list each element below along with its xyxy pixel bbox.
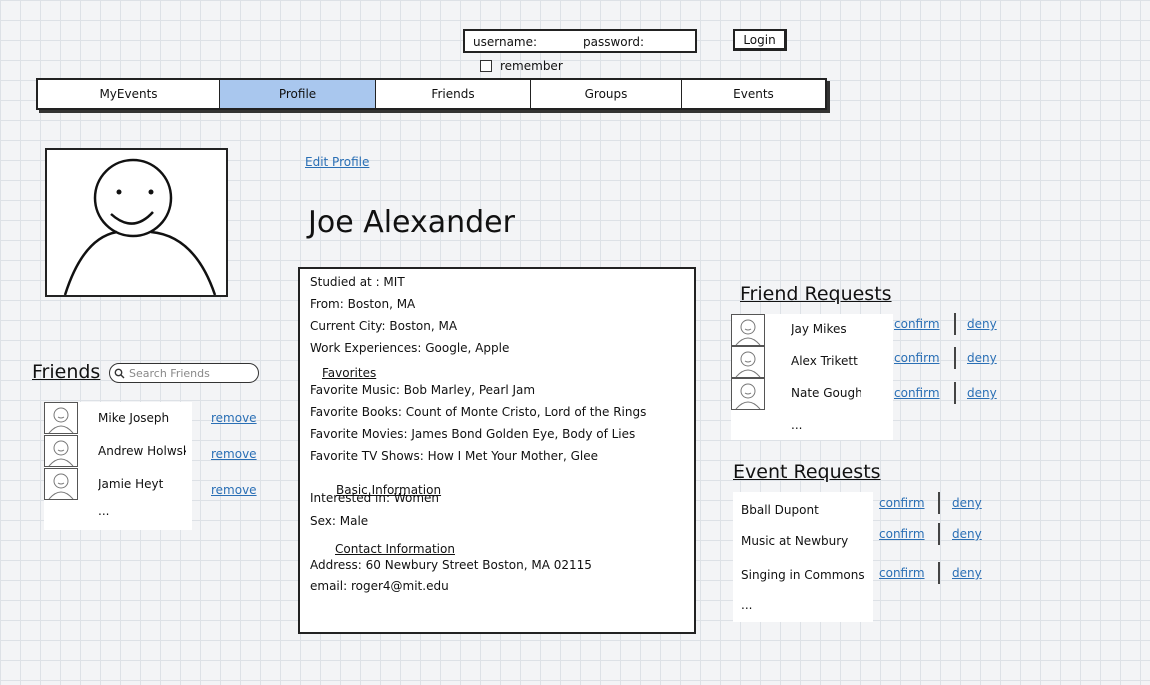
separator bbox=[938, 492, 940, 514]
main-nav: MyEvents Profile Friends Groups Events bbox=[36, 78, 827, 110]
deny-event-link[interactable]: deny bbox=[952, 527, 982, 541]
confirm-event-link[interactable]: confirm bbox=[879, 566, 925, 580]
friend-requests-more[interactable]: ... bbox=[791, 418, 802, 432]
avatar-face-icon bbox=[63, 158, 217, 296]
email-field: email: roger4@mit.edu bbox=[310, 579, 449, 593]
friend-requests-title: Friend Requests bbox=[740, 283, 892, 305]
deny-friend-link[interactable]: deny bbox=[967, 386, 997, 400]
event-requests-title: Event Requests bbox=[733, 461, 881, 483]
friends-search-placeholder: Search Friends bbox=[129, 366, 210, 380]
separator bbox=[938, 523, 940, 545]
remember-option[interactable]: remember bbox=[480, 59, 563, 73]
tab-profile[interactable]: Profile bbox=[220, 80, 376, 108]
login-button[interactable]: Login bbox=[733, 29, 787, 51]
profile-name: Joe Alexander bbox=[308, 205, 515, 240]
separator bbox=[954, 382, 956, 404]
tab-events[interactable]: Events bbox=[682, 80, 825, 108]
favorite-books: Favorite Books: Count of Monte Cristo, L… bbox=[310, 405, 647, 419]
confirm-event-link[interactable]: confirm bbox=[879, 527, 925, 541]
friends-search-input[interactable]: Search Friends bbox=[109, 363, 259, 383]
address-field: Address: 60 Newbury Street Boston, MA 02… bbox=[310, 558, 592, 572]
username-label: username: bbox=[473, 35, 538, 49]
event-requests-more[interactable]: ... bbox=[741, 598, 752, 612]
remove-friend-link[interactable]: remove bbox=[211, 411, 257, 425]
confirm-friend-link[interactable]: confirm bbox=[894, 351, 940, 365]
separator bbox=[954, 347, 956, 369]
from-field: From: Boston, MA bbox=[310, 297, 416, 311]
avatar bbox=[44, 435, 78, 467]
favorites-heading: Favorites bbox=[322, 366, 377, 380]
remember-label: remember bbox=[500, 59, 563, 73]
friends-list: Mike Joseph Andrew Holwsky Jamie Heyt ..… bbox=[44, 402, 192, 530]
profile-info-panel: Studied at : MIT From: Boston, MA Curren… bbox=[298, 267, 696, 634]
friend-request-name: Nate Gough bbox=[791, 386, 861, 400]
tab-friends[interactable]: Friends bbox=[376, 80, 531, 108]
favorite-movies: Favorite Movies: James Bond Golden Eye, … bbox=[310, 427, 636, 441]
avatar bbox=[44, 468, 78, 500]
event-request-name: Music at Newbury bbox=[741, 534, 849, 548]
current-city: Current City: Boston, MA bbox=[310, 319, 458, 333]
separator bbox=[938, 562, 940, 584]
confirm-friend-link[interactable]: confirm bbox=[894, 386, 940, 400]
list-item[interactable]: Mike Joseph bbox=[44, 402, 192, 434]
list-item[interactable]: Andrew Holwsky bbox=[44, 435, 192, 467]
studied-at: Studied at : MIT bbox=[310, 275, 405, 289]
remember-checkbox[interactable] bbox=[480, 60, 492, 72]
contact-info-heading: Contact Information bbox=[335, 542, 455, 556]
password-label: password: bbox=[583, 35, 645, 49]
friends-title: Friends bbox=[32, 361, 101, 383]
friend-request-name: Jay Mikes bbox=[791, 322, 847, 336]
deny-friend-link[interactable]: deny bbox=[967, 351, 997, 365]
list-item[interactable]: Jamie Heyt bbox=[44, 468, 192, 500]
profile-avatar bbox=[45, 148, 228, 297]
favorite-tv-shows: Favorite TV Shows: How I Met Your Mother… bbox=[310, 449, 598, 463]
event-request-name: Bball Dupont bbox=[741, 503, 819, 517]
deny-event-link[interactable]: deny bbox=[952, 496, 982, 510]
sex-field: Sex: Male bbox=[310, 514, 369, 528]
work-experience: Work Experiences: Google, Apple bbox=[310, 341, 510, 355]
search-icon bbox=[114, 368, 125, 378]
confirm-friend-link[interactable]: confirm bbox=[894, 317, 940, 331]
deny-friend-link[interactable]: deny bbox=[967, 317, 997, 331]
confirm-event-link[interactable]: confirm bbox=[879, 496, 925, 510]
avatar bbox=[731, 346, 765, 378]
separator bbox=[954, 313, 956, 335]
favorite-music: Favorite Music: Bob Marley, Pearl Jam bbox=[310, 383, 536, 397]
event-requests-list: Bball Dupont Music at Newbury Singing in… bbox=[733, 492, 873, 622]
tab-myevents[interactable]: MyEvents bbox=[38, 80, 220, 108]
friends-more[interactable]: ... bbox=[98, 504, 109, 518]
avatar bbox=[44, 402, 78, 434]
event-request-name: Singing in Commons bbox=[741, 568, 865, 582]
login-field[interactable]: username: password: bbox=[463, 29, 697, 53]
remove-friend-link[interactable]: remove bbox=[211, 483, 257, 497]
avatar bbox=[731, 378, 765, 410]
friend-request-name: Alex Trikett bbox=[791, 354, 858, 368]
edit-profile-link[interactable]: Edit Profile bbox=[305, 155, 369, 169]
tab-groups[interactable]: Groups bbox=[531, 80, 682, 108]
friend-name: Jamie Heyt bbox=[98, 477, 164, 491]
friend-name: Andrew Holwsky bbox=[98, 444, 186, 458]
friend-name: Mike Joseph bbox=[98, 411, 170, 425]
avatar bbox=[731, 314, 765, 346]
interested-in: Interested in: Women bbox=[310, 491, 440, 505]
deny-event-link[interactable]: deny bbox=[952, 566, 982, 580]
remove-friend-link[interactable]: remove bbox=[211, 447, 257, 461]
friend-requests-list: Jay Mikes Alex Trikett Nate Gough ... bbox=[731, 314, 893, 440]
